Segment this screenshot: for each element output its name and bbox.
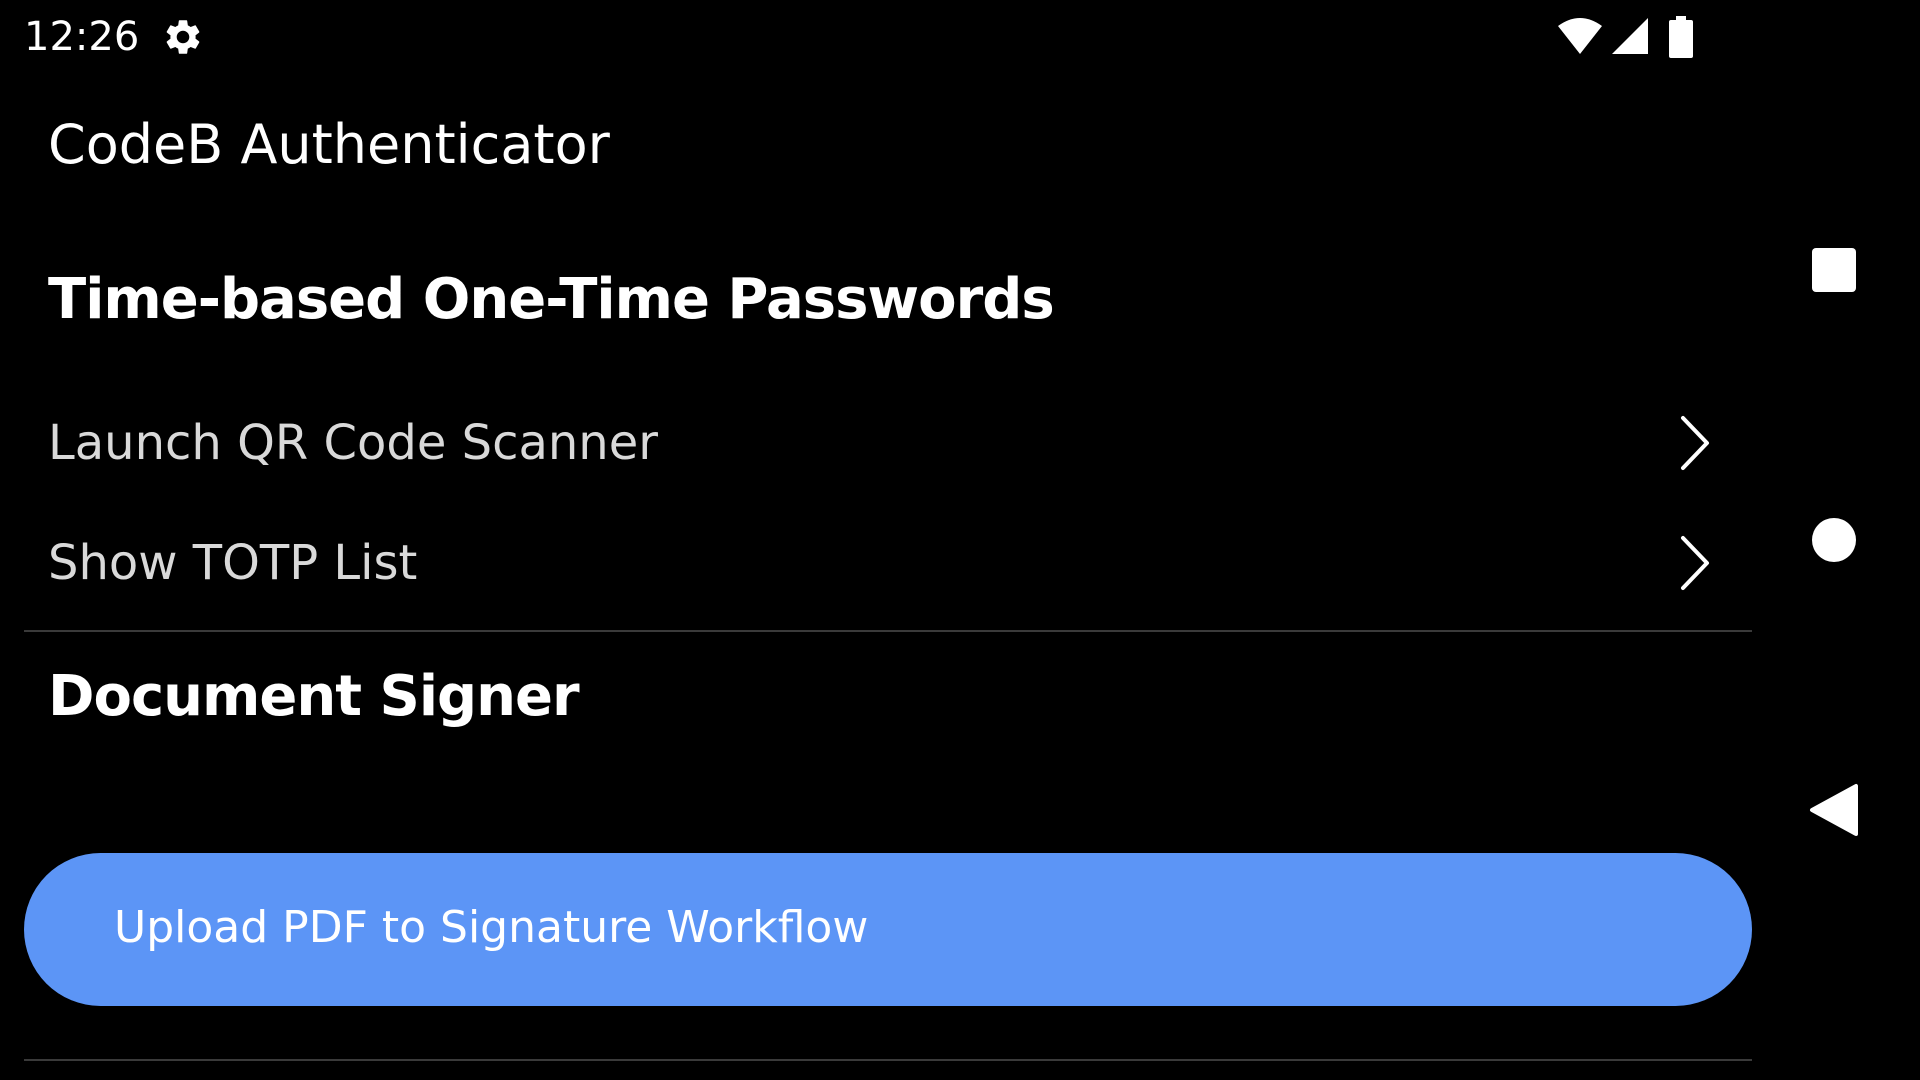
section-divider xyxy=(24,1059,1752,1061)
recents-button[interactable] xyxy=(1784,220,1884,320)
upload-pdf-button-label: Upload PDF to Signature Workflow xyxy=(114,902,869,953)
status-icons xyxy=(1556,16,1706,58)
status-bar: 12:26 xyxy=(0,0,1720,74)
navigation-bar xyxy=(1752,0,1920,1080)
back-button[interactable] xyxy=(1784,760,1884,860)
section-divider xyxy=(24,630,1752,632)
home-button[interactable] xyxy=(1784,490,1884,590)
home-icon xyxy=(1812,518,1856,562)
show-totp-list-row[interactable]: Show TOTP List xyxy=(24,508,1752,618)
launch-qr-scanner-label: Launch QR Code Scanner xyxy=(48,415,658,471)
back-icon xyxy=(1810,784,1858,836)
section-title-document-signer: Document Signer xyxy=(48,664,580,729)
battery-icon xyxy=(1669,16,1693,58)
upload-pdf-button[interactable]: Upload PDF to Signature Workflow xyxy=(24,853,1752,1006)
app-title: CodeB Authenticator xyxy=(48,113,610,176)
status-time: 12:26 xyxy=(24,14,140,60)
chevron-right-icon xyxy=(1678,534,1712,592)
gear-icon xyxy=(162,16,204,58)
chevron-right-icon xyxy=(1678,414,1712,472)
wifi-icon xyxy=(1558,18,1602,54)
launch-qr-scanner-row[interactable]: Launch QR Code Scanner xyxy=(24,388,1752,498)
section-title-totp: Time-based One-Time Passwords xyxy=(48,267,1055,332)
recents-icon xyxy=(1812,248,1856,292)
show-totp-list-label: Show TOTP List xyxy=(48,535,418,591)
cell-signal-icon xyxy=(1612,18,1648,54)
